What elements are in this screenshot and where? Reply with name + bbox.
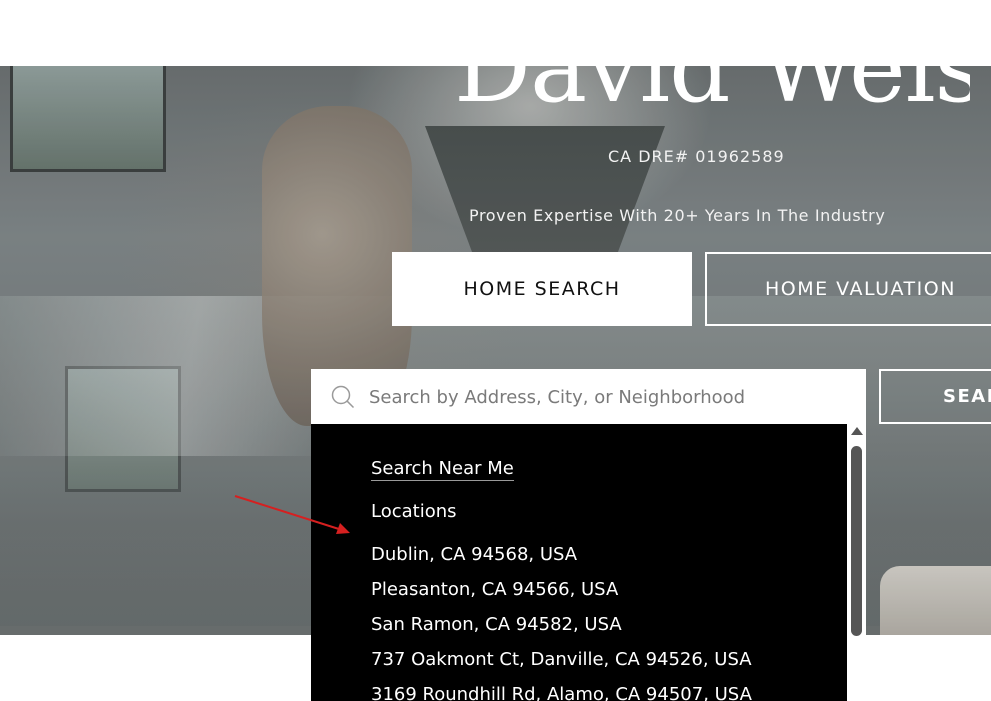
agent-name-text: David Weiss bbox=[454, 44, 970, 124]
search-input[interactable] bbox=[367, 369, 861, 426]
search-suggestions-dropdown: Search Near Me Locations Dublin, CA 9456… bbox=[311, 424, 847, 701]
home-search-button[interactable]: HOME SEARCH bbox=[392, 252, 692, 326]
home-valuation-button[interactable]: HOME VALUATION bbox=[705, 252, 991, 326]
license-number: CA DRE# 01962589 bbox=[608, 147, 785, 166]
location-item[interactable]: Pleasanton, CA 94566, USA bbox=[371, 579, 618, 600]
search-icon bbox=[331, 385, 355, 409]
locations-heading: Locations bbox=[371, 501, 457, 522]
annotation-arrow-icon bbox=[234, 495, 350, 534]
location-item[interactable]: San Ramon, CA 94582, USA bbox=[371, 614, 622, 635]
location-item[interactable]: 737 Oakmont Ct, Danville, CA 94526, USA bbox=[371, 649, 752, 670]
agent-name: David Weiss bbox=[450, 44, 970, 130]
search-near-me-link[interactable]: Search Near Me bbox=[371, 458, 514, 481]
dropdown-scrollbar[interactable] bbox=[847, 424, 866, 701]
scroll-up-arrow-icon[interactable] bbox=[851, 427, 863, 435]
tagline: Proven Expertise With 20+ Years In The I… bbox=[469, 206, 886, 225]
location-item[interactable]: 3169 Roundhill Rd, Alamo, CA 94507, USA bbox=[371, 684, 752, 701]
search-button[interactable]: SEARCH bbox=[879, 369, 991, 424]
search-box bbox=[311, 369, 866, 426]
location-item[interactable]: Dublin, CA 94568, USA bbox=[371, 544, 577, 565]
scrollbar-thumb[interactable] bbox=[851, 446, 862, 636]
